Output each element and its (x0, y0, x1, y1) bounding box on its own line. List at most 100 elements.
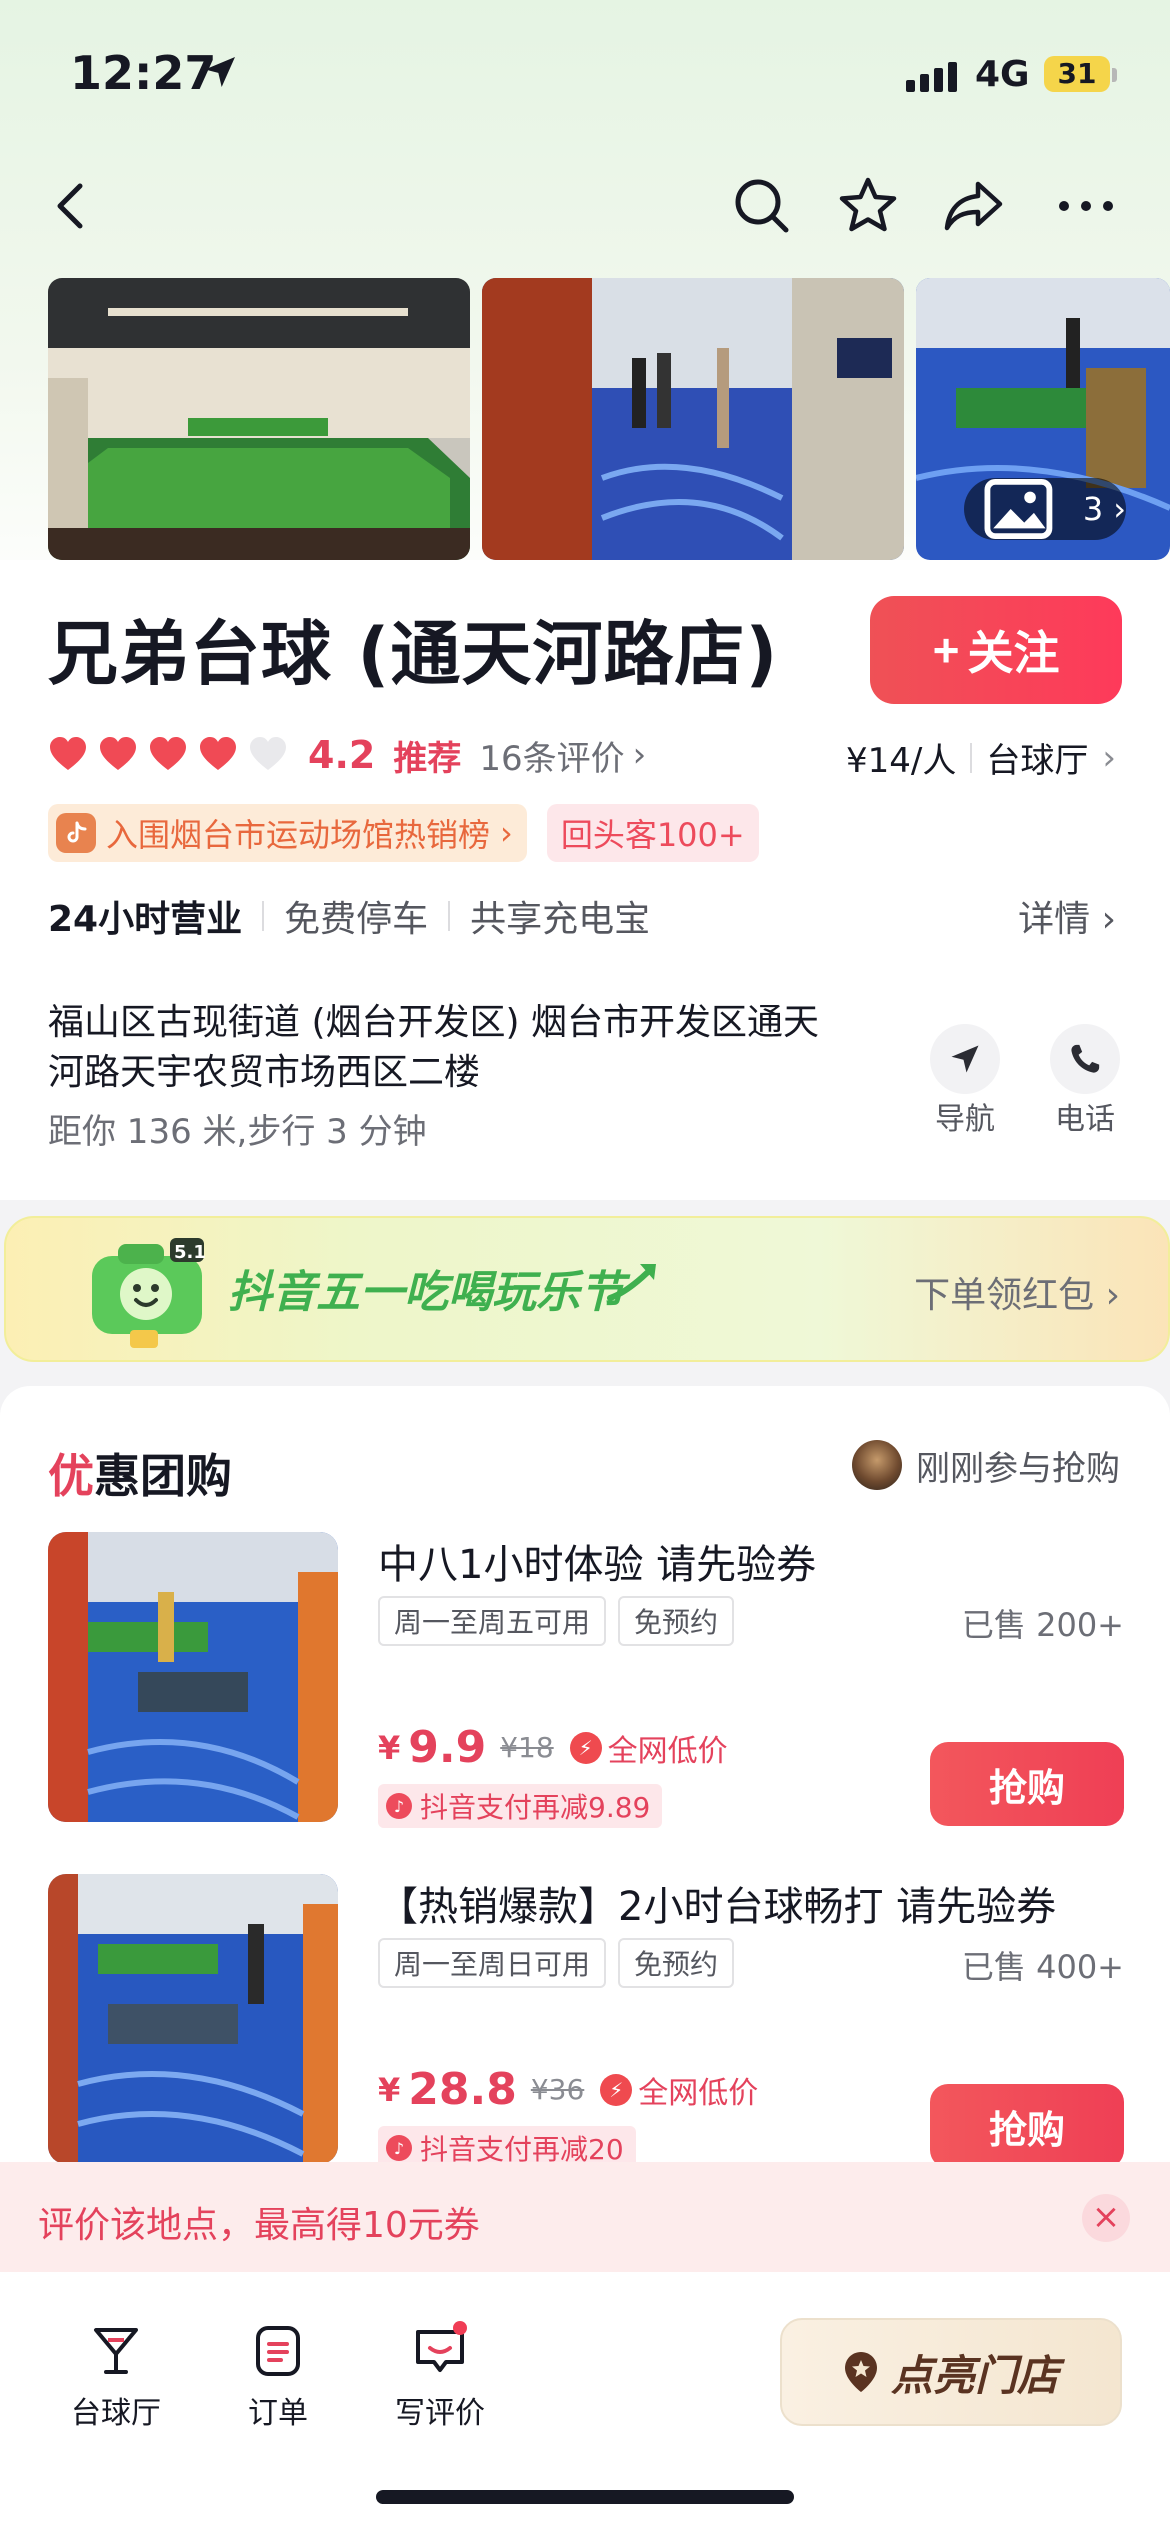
buy-button[interactable]: 抢购 (930, 1742, 1124, 1826)
currency-symbol: ¥ (378, 1728, 401, 1767)
status-time: 12:27 (70, 46, 217, 100)
navigate-button[interactable] (930, 1024, 1000, 1094)
share-icon[interactable] (938, 170, 1010, 242)
lowest-price-tag: ⚡ 全网低价 (600, 2068, 758, 2112)
order-icon (256, 2326, 300, 2376)
rating-row[interactable]: 4.2 推荐 16条评价 › (48, 730, 646, 780)
tab-orders[interactable]: 订单 (208, 2320, 348, 2432)
shop-distance: 距你 136 米,步行 3 分钟 (48, 1112, 427, 1152)
tab-category[interactable]: 台球厅 (46, 2320, 186, 2432)
tab-orders-label: 订单 (248, 2396, 308, 2431)
tag-availability: 周一至周五可用 (378, 1596, 607, 1646)
lightning-icon: ⚡ (600, 2073, 633, 2106)
deal-name[interactable]: 中八1小时体验 请先验券 (378, 1532, 816, 1590)
rank-badge[interactable]: 入围烟台市运动场馆热销榜 › (48, 804, 527, 862)
chevron-right-icon: › (1113, 490, 1126, 528)
facility-powerbank: 共享充电宝 (470, 899, 651, 940)
douyin-pay-icon: ♪ (386, 2135, 412, 2161)
network-type: 4G (975, 54, 1030, 95)
lowest-price-tag: ⚡ 全网低价 (569, 1726, 728, 1770)
return-customer-badge: 回头客100+ (546, 804, 759, 862)
battery-cap (1112, 68, 1117, 82)
deals-title: 优惠团购 (48, 1440, 232, 1506)
price-category[interactable]: ¥14/人 台球厅 › (846, 733, 1116, 782)
review-count[interactable]: 16条评价 (479, 731, 624, 780)
sold-count: 已售 400+ (961, 1948, 1124, 1986)
tab-write-review-label: 写评价 (395, 2396, 485, 2431)
avatar (852, 1440, 902, 1490)
heart-icon (150, 737, 186, 770)
image-icon (984, 478, 1053, 540)
back-icon[interactable] (36, 170, 108, 242)
divider (448, 901, 451, 931)
chevron-right-icon: › (1102, 737, 1116, 778)
banner-cta[interactable]: 下单领红包 › (914, 1266, 1120, 1318)
heart-icon (50, 737, 86, 770)
deal-tags: 周一至周五可用 免预约 (378, 1596, 735, 1646)
facility-hours: 24小时营业 (48, 899, 243, 940)
navigate-icon (951, 1045, 979, 1073)
close-icon[interactable]: × (1082, 2194, 1130, 2242)
deal-price: 28.8 (408, 2064, 517, 2115)
light-up-store-label: 点亮门店 (890, 2351, 1059, 2399)
divider (262, 901, 265, 931)
home-indicator (376, 2490, 794, 2504)
deal-image[interactable] (48, 1874, 338, 2164)
chevron-right-icon: › (500, 814, 513, 852)
tab-category-label: 台球厅 (71, 2396, 161, 2431)
deal-name[interactable]: 【热销爆款】2小时台球畅打 请先验券 (378, 1874, 1056, 1932)
phone-button[interactable] (1050, 1024, 1120, 1094)
more-icon[interactable] (1050, 170, 1122, 242)
price-per-person: ¥14/人 (846, 741, 957, 781)
banner-cta-label: 下单领红包 (914, 1275, 1095, 1316)
star-icon[interactable] (832, 170, 904, 242)
deal-item[interactable]: 【热销爆款】2小时台球畅打 请先验券 周一至周日可用 免预约 已售 400+ ¥… (48, 1874, 1124, 2170)
gallery-photo-2[interactable] (482, 278, 904, 560)
category-label: 台球厅 (986, 741, 1089, 781)
photo-count-badge[interactable]: 3 › (964, 478, 1126, 540)
deal-image[interactable] (48, 1532, 338, 1822)
tag-availability: 周一至周日可用 (378, 1938, 607, 1988)
tag-no-reservation: 免预约 (618, 1596, 735, 1646)
location-pin-icon (844, 2352, 877, 2392)
phone-icon (1071, 1044, 1100, 1073)
heart-empty-icon (250, 737, 286, 770)
status-bar: 12:27 4G 31 (0, 0, 1170, 150)
signal-icon (906, 62, 957, 92)
rank-badge-label: 入围烟台市运动场馆热销榜 (106, 816, 491, 854)
phone-label[interactable]: 电话 (1035, 1094, 1135, 1138)
deals-title-rest: 惠团购 (94, 1449, 232, 1503)
facility-parking: 免费停车 (284, 899, 429, 940)
search-icon[interactable] (726, 170, 798, 242)
banner-title: 抖音五一吃喝玩乐节 (228, 1267, 624, 1318)
cocktail-icon (94, 2328, 138, 2374)
rating-score: 4.2 (308, 733, 376, 777)
sold-count: 已售 200+ (961, 1606, 1124, 1644)
deal-item[interactable]: 中八1小时体验 请先验券 周一至周五可用 免预约 已售 200+ ¥ 9.9 ¥… (48, 1532, 1124, 1828)
gallery-photo-3[interactable]: 3 › (916, 278, 1170, 560)
festival-banner[interactable]: 5.1 抖音五一吃喝玩乐节 下单领红包 › (4, 1216, 1170, 1362)
lightning-icon: ⚡ (569, 1731, 602, 1764)
navigate-label[interactable]: 导航 (915, 1094, 1015, 1138)
original-price: ¥36 (530, 2073, 585, 2106)
price-line: ¥ 9.9 ¥18 ⚡ 全网低价 (378, 1722, 728, 1773)
recent-purchase-text: 刚刚参与抢购 (916, 1448, 1120, 1489)
tag-no-reservation: 免预约 (618, 1938, 735, 1988)
tab-write-review[interactable]: 写评价 (370, 2320, 510, 2432)
chevron-right-icon: › (1105, 1275, 1120, 1316)
details-link[interactable]: 详情 › (1018, 890, 1116, 942)
photo-gallery[interactable]: 3 › (48, 278, 1170, 560)
review-prompt-bar[interactable]: 评价该地点，最高得10元券 × (0, 2162, 1170, 2272)
follow-label: 关注 (967, 627, 1060, 679)
original-price: ¥18 (500, 1731, 554, 1764)
recent-purchase: 刚刚参与抢购 (852, 1440, 1120, 1490)
chevron-right-icon: › (1101, 899, 1116, 940)
photo-count: 3 (1082, 490, 1104, 528)
douyin-rank-icon (56, 813, 96, 853)
light-up-store-button[interactable]: 点亮门店 (780, 2318, 1122, 2426)
shop-address[interactable]: 福山区古现街道 (烟台开发区) 烟台市开发区通天河路天宇农贸市场西区二楼 (48, 998, 848, 1098)
follow-button[interactable]: + 关注 (870, 596, 1122, 704)
deals-title-first: 优 (48, 1449, 94, 1503)
gallery-photo-1[interactable] (48, 278, 470, 560)
buy-button[interactable]: 抢购 (930, 2084, 1124, 2168)
